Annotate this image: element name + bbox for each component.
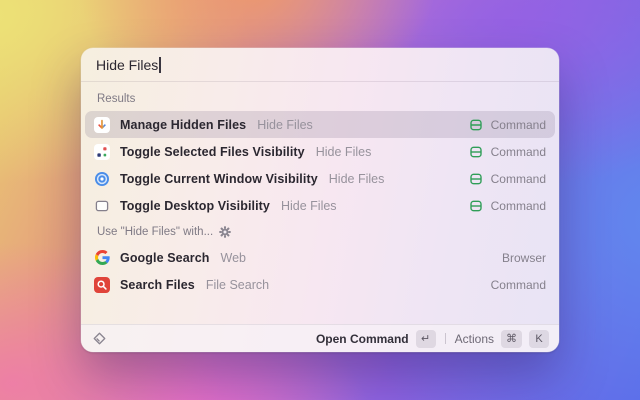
result-type-label: Browser [502,251,546,265]
raycast-logo-icon [91,331,107,347]
section-header-use-with: Use "Hide Files" with... [85,219,555,244]
open-command-button[interactable]: Open Command [316,332,409,346]
result-manage-hidden-files[interactable]: Manage Hidden Files Hide Files Command [85,111,555,138]
result-type-label: Command [491,118,546,132]
result-type-label: Command [491,199,546,213]
result-subtitle: Hide Files [257,118,313,132]
desktop-icon [94,198,110,214]
results-list: Results Manage Hidden Files Hide Files C… [81,82,559,298]
result-subtitle: File Search [206,278,269,292]
return-keycap[interactable]: ↵ [416,330,436,348]
selected-files-icon [94,144,110,160]
command-badge-icon [468,144,484,160]
gear-icon[interactable] [219,226,231,238]
result-title: Search Files [120,278,195,292]
k-keycap[interactable]: K [529,330,549,348]
result-title: Toggle Selected Files Visibility [120,145,305,159]
result-title: Google Search [120,251,210,265]
command-keycap[interactable]: ⌘ [501,330,522,348]
raycast-launcher-window: Hide Files Results Manage Hidden Files H… [81,48,559,352]
result-toggle-current-window-visibility[interactable]: Toggle Current Window Visibility Hide Fi… [85,165,555,192]
result-toggle-selected-files-visibility[interactable]: Toggle Selected Files Visibility Hide Fi… [85,138,555,165]
result-type-label: Command [491,145,546,159]
search-bar[interactable]: Hide Files [81,48,559,82]
fallback-google-search[interactable]: Google Search Web Browser [85,244,555,271]
result-title: Manage Hidden Files [120,118,246,132]
command-badge-icon [468,117,484,133]
command-badge-icon [468,171,484,187]
file-search-icon [94,277,110,293]
result-title: Toggle Current Window Visibility [120,172,318,186]
search-input[interactable]: Hide Files [96,57,158,73]
result-subtitle: Hide Files [281,199,337,213]
result-subtitle: Hide Files [316,145,372,159]
section-label: Use "Hide Files" with... [97,226,213,238]
hidden-files-icon [94,117,110,133]
current-window-icon [94,171,110,187]
result-toggle-desktop-visibility[interactable]: Toggle Desktop Visibility Hide Files Com… [85,192,555,219]
section-label: Results [97,93,135,105]
section-header-results: Results [85,86,555,111]
result-type-label: Command [491,172,546,186]
result-subtitle: Hide Files [329,172,385,186]
text-caret [159,57,161,73]
footer-bar: Open Command ↵ Actions ⌘ K [81,324,559,352]
result-subtitle: Web [221,251,246,265]
result-type-label: Command [491,278,546,292]
actions-button[interactable]: Actions [455,332,494,346]
fallback-search-files[interactable]: Search Files File Search Command [85,271,555,298]
command-badge-icon [468,198,484,214]
footer-divider [445,333,446,344]
result-title: Toggle Desktop Visibility [120,199,270,213]
google-icon [94,250,110,266]
